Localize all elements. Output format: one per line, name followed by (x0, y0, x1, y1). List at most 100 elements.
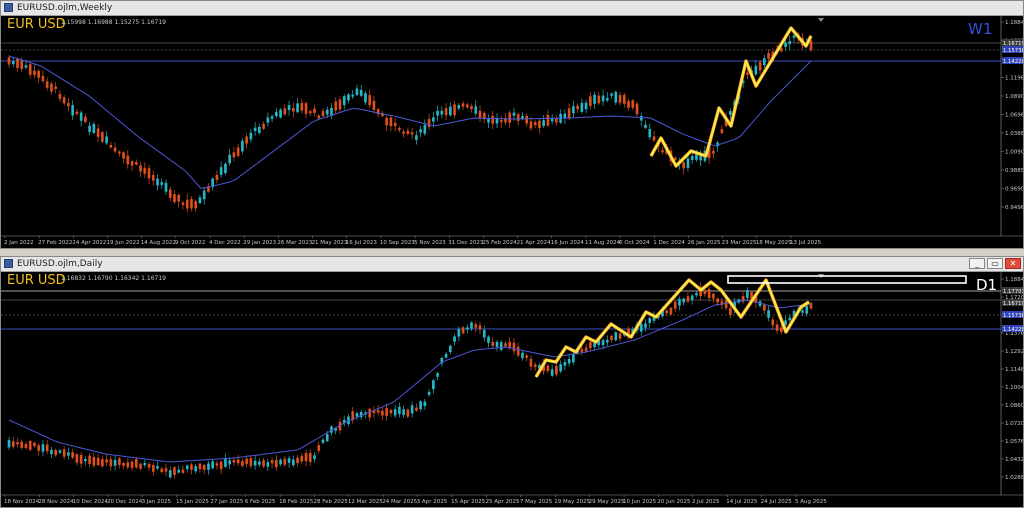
candle-body (160, 182, 164, 185)
candle-body (690, 295, 694, 300)
candle-body (746, 72, 749, 75)
time-axis-label: 11 Aug 2024 (585, 240, 621, 246)
candle-body (54, 449, 57, 456)
candle-body (521, 352, 524, 359)
time-axis-label: 29 Jan 2023 (243, 240, 276, 246)
candle-body (219, 461, 223, 470)
candle-body (779, 327, 783, 333)
daily-titlebar[interactable]: EURUSD.ojlm,Daily _ ▭ ✕ (1, 257, 1023, 272)
time-axis-label: 6 Oct 2024 (619, 240, 650, 246)
candle-body (266, 462, 270, 467)
candle-body (614, 91, 618, 103)
price-axis-label: 1.02880 (1005, 475, 1023, 481)
candle-body (118, 458, 121, 465)
candle-body (792, 35, 796, 38)
weekly-titlebar[interactable]: EURUSD.ojlm,Weekly (1, 1, 1023, 16)
time-axis-label: 26 Jan 2025 (687, 240, 720, 246)
time-axis-label: 18 Feb 2025 (279, 499, 314, 505)
candle-body (92, 123, 96, 134)
time-axis-label: 20 Jun 2025 (657, 499, 691, 505)
candle-body (245, 136, 248, 144)
candle-body (202, 464, 206, 470)
candle-body (546, 114, 550, 126)
candle-body (589, 342, 592, 349)
candle-body (224, 163, 227, 174)
weekly-ohlc-readout: 1.15998 1.16988 1.15275 1.16719 (61, 19, 166, 26)
candle-body (393, 122, 397, 127)
candle-body (533, 122, 537, 126)
candle-body (202, 190, 206, 200)
candle-body (105, 136, 108, 144)
time-axis-label: 26 Mar 2023 (277, 240, 312, 246)
weekly-chart-window[interactable]: EURUSD.ojlm,Weekly 1.188481.169201.13880… (0, 0, 1024, 249)
candle-body (673, 301, 677, 309)
candle-body (427, 391, 431, 395)
time-axis-label: 25 Apr 2025 (485, 499, 520, 505)
daily-chart-area[interactable]: 1.188401.172001.154801.137601.129201.114… (1, 272, 1023, 507)
candle-body (92, 457, 96, 466)
candle-body (661, 150, 664, 153)
chart-window-icon (4, 259, 13, 268)
time-axis-label: 12 Mar 2025 (348, 499, 383, 505)
candle-body (41, 444, 45, 452)
price-axis-label: 1.08600 (1005, 403, 1023, 409)
window-controls: _ ▭ ✕ (969, 258, 1021, 270)
candle-body (24, 444, 28, 448)
candle-body (291, 459, 295, 466)
candle-body (589, 96, 592, 106)
candle-body (572, 106, 575, 114)
candle-body (198, 463, 202, 470)
candle-body (410, 405, 414, 414)
weekly-timeframe-label: W1 (968, 20, 993, 38)
candle-body (156, 466, 159, 469)
candle-body (724, 300, 728, 309)
time-axis-label: 16 Jun 2024 (551, 240, 585, 246)
candle-body (232, 152, 236, 158)
weekly-chart-area[interactable]: 1.188481.169201.138801.119681.089051.069… (1, 16, 1023, 248)
daily-chart-window[interactable]: EURUSD.ojlm,Daily _ ▭ ✕ 1.188401.172001.… (0, 256, 1024, 508)
candle-body (241, 461, 244, 466)
candle-body (45, 81, 49, 88)
candle-body (101, 459, 104, 467)
candle-body (16, 58, 19, 68)
candle-body (122, 463, 125, 466)
candle-body (576, 105, 579, 110)
close-button[interactable]: ✕ (1005, 258, 1021, 269)
candle-body (398, 127, 401, 131)
candle-body (173, 194, 176, 203)
maximize-button[interactable]: ▭ (987, 258, 1003, 269)
candle-body (695, 292, 698, 296)
candle-body (168, 189, 172, 198)
candle-body (321, 110, 325, 116)
candle-body (79, 454, 83, 464)
time-axis-label: 2 Jan 2022 (4, 240, 33, 246)
weekly-chart-svg[interactable]: 1.188481.169201.138801.119681.089051.069… (1, 16, 1023, 248)
candle-body (788, 317, 792, 321)
time-axis-label: 7 May 2025 (520, 499, 553, 505)
candle-body (67, 102, 70, 107)
daily-chart-svg[interactable]: 1.188401.172001.154801.137601.129201.114… (1, 272, 1023, 507)
candle-body (270, 460, 274, 464)
time-axis-label: 2 Jul 2025 (692, 499, 720, 505)
candle-body (546, 365, 550, 371)
candle-body (275, 459, 278, 468)
candle-body (355, 413, 359, 417)
candle-body (529, 358, 533, 367)
price-axis-label: 1.12920 (1005, 349, 1023, 355)
candle-body (84, 116, 87, 122)
candle-body (368, 408, 372, 418)
candle-body (465, 327, 469, 330)
candle-body (529, 121, 533, 129)
candle-body (71, 105, 74, 116)
candle-body (313, 108, 316, 113)
candle-body (134, 161, 138, 165)
time-axis-label: 19 May 2025 (554, 499, 590, 505)
candle-body (440, 110, 444, 115)
minimize-button[interactable]: _ (969, 258, 985, 269)
time-axis-label: 3 Jan 2025 (142, 499, 172, 505)
candle-body (512, 342, 516, 352)
candle-body (474, 324, 478, 328)
candle-body (67, 452, 70, 456)
candle-body (151, 175, 155, 181)
candle-body (279, 109, 282, 118)
